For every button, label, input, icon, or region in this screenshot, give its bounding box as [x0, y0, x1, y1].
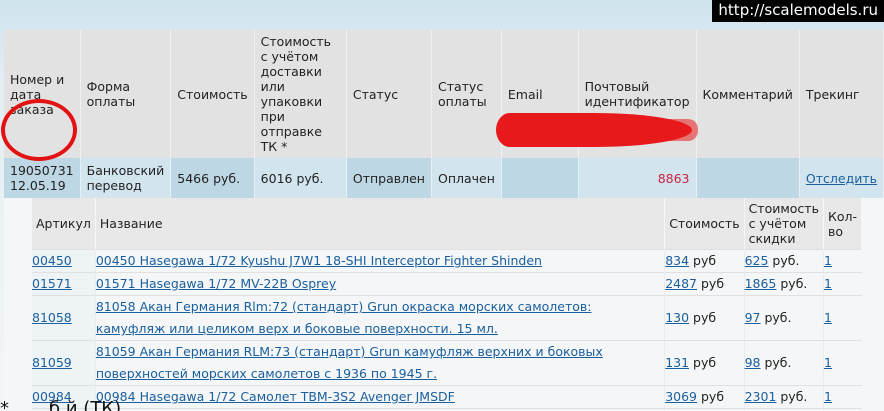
item-discount-currency: руб.: [772, 253, 800, 268]
item-cost-cell: 2487 руб: [664, 272, 745, 296]
order-number: 19050731: [10, 163, 74, 178]
item-discount-currency: руб.: [764, 355, 792, 370]
item-cost-cell: 131 руб: [664, 340, 745, 386]
item-name-link[interactable]: 81059 Акан Германия RLM:73 (стандарт) Gr…: [96, 344, 603, 381]
item-article-link[interactable]: 81058: [32, 310, 72, 325]
order-email: [501, 158, 579, 198]
col-cost-with-delivery: Стоимость с учётом доставки или упаковки…: [254, 30, 347, 158]
item-discount-currency: руб.: [764, 310, 792, 325]
col-tracking: Трекинг: [799, 30, 884, 158]
order-items-row: Артикул Название Стоимость Стоимость с у…: [4, 198, 884, 411]
item-row: 81058 81058 Акан Германия Rlm:72 (стандар…: [32, 295, 862, 341]
order-payment-status: Оплачен: [431, 158, 502, 198]
order-row: 19050731 12.05.19 Банковский перевод 546…: [4, 158, 884, 198]
item-discount-cost-cell: 1865 руб.: [744, 272, 824, 296]
orders-header-row: Номер и дата заказа Форма оплаты Стоимос…: [4, 30, 884, 158]
orders-table: Номер и дата заказа Форма оплаты Стоимос…: [4, 30, 884, 411]
item-qty-link[interactable]: 1: [824, 310, 832, 325]
footnote-text: * . . . б й (ТК): [0, 398, 122, 411]
col-comment: Комментарий: [696, 30, 800, 158]
item-article-cell: 81059: [32, 340, 96, 386]
item-discount-cost-cell: 625 руб.: [744, 249, 824, 273]
item-discount-cost-cell: 97 руб.: [744, 295, 824, 341]
order-postal-id: 8863: [578, 158, 697, 198]
item-article-cell: 81058: [32, 295, 96, 341]
item-qty-cell: 1: [823, 272, 862, 296]
item-name-link[interactable]: 81058 Акан Германия Rlm:72 (стандарт) Gr…: [96, 299, 592, 336]
item-discount-cost-link[interactable]: 625: [745, 253, 769, 268]
item-qty-link[interactable]: 1: [824, 253, 832, 268]
order-date: 12.05.19: [10, 178, 66, 193]
col-payment-form: Форма оплаты: [80, 30, 172, 158]
item-article-cell: 00450: [32, 249, 96, 273]
item-discount-cost-cell: 98 руб.: [744, 340, 824, 386]
highlight-circle: [1, 99, 77, 161]
item-cost-cell: 130 руб: [664, 295, 745, 341]
col-name: Название: [95, 198, 666, 250]
item-cost-link[interactable]: 130: [665, 310, 689, 325]
col-item-cost: Стоимость: [664, 198, 745, 250]
redaction-mark: [496, 113, 692, 147]
order-cost-with-delivery: 6016 руб.: [254, 158, 347, 198]
item-cost-currency: руб: [700, 276, 725, 291]
order-items-cell: Артикул Название Стоимость Стоимость с у…: [4, 198, 884, 411]
item-name-link[interactable]: 00450 Hasegawa 1/72 Kyushu J7W1 18-SHI I…: [96, 253, 542, 268]
item-cost-link[interactable]: 834: [665, 253, 689, 268]
order-status: Отправлен: [346, 158, 432, 198]
item-cost-currency: руб: [693, 310, 717, 325]
order-comment: [696, 158, 800, 198]
col-status: Статус: [346, 30, 432, 158]
item-qty-cell: 1: [823, 340, 862, 386]
order-number-date: 19050731 12.05.19: [4, 158, 81, 198]
item-qty-cell: 1: [823, 249, 862, 273]
col-payment-status: Статус оплаты: [431, 30, 502, 158]
order-payment-form: Банковский перевод: [80, 158, 172, 198]
item-discount-cost-link[interactable]: 1865: [745, 276, 777, 291]
item-name-cell: 00450 Hasegawa 1/72 Kyushu J7W1 18-SHI I…: [95, 249, 666, 273]
item-qty-cell: 1: [823, 295, 862, 341]
item-discount-cost-link[interactable]: 97: [745, 310, 761, 325]
item-article-link[interactable]: 01571: [32, 276, 72, 291]
item-row: 01571 01571 Hasegawa 1/72 MV-22B Osprey 24…: [32, 272, 862, 296]
item-qty-link[interactable]: 1: [824, 355, 832, 370]
site-watermark: http://scalemodels.ru: [712, 0, 884, 22]
order-cost: 5466 руб.: [170, 158, 255, 198]
item-discount-currency: руб.: [780, 276, 808, 291]
item-qty-link[interactable]: 1: [824, 276, 832, 291]
item-cost-currency: руб: [693, 253, 717, 268]
item-cost-cell: 834 руб: [664, 249, 745, 273]
item-cost-link[interactable]: 131: [665, 355, 689, 370]
col-article: Артикул: [32, 198, 96, 250]
items-body: 00450 00450 Hasegawa 1/72 Kyushu J7W1 18-…: [32, 249, 862, 411]
col-qty: Кол-во: [823, 198, 863, 250]
item-article-link[interactable]: 00450: [32, 253, 72, 268]
item-cost-link[interactable]: 2487: [665, 276, 697, 291]
item-row: 81059 81059 Акан Германия RLM:73 (стандар…: [32, 340, 862, 386]
items-header-row: Артикул Название Стоимость Стоимость с у…: [32, 198, 863, 250]
track-link[interactable]: Отследить: [806, 171, 877, 186]
item-name-link[interactable]: 01571 Hasegawa 1/72 MV-22B Osprey: [96, 276, 336, 291]
items-table: Артикул Название Стоимость Стоимость с у…: [32, 198, 863, 411]
order-tracking: Отследить: [799, 158, 884, 198]
item-discount-cost-link[interactable]: 98: [745, 355, 761, 370]
item-name-cell: 01571 Hasegawa 1/72 MV-22B Osprey: [95, 272, 666, 296]
item-article-link[interactable]: 81059: [32, 355, 72, 370]
item-name-cell: 81058 Акан Германия Rlm:72 (стандарт) Gr…: [95, 295, 666, 341]
col-cost: Стоимость: [170, 30, 255, 158]
col-discount-cost: Стоимость с учётом скидки: [744, 198, 824, 250]
item-cost-currency: руб: [693, 355, 717, 370]
item-row: 00450 00450 Hasegawa 1/72 Kyushu J7W1 18-…: [32, 249, 862, 273]
item-article-cell: 01571: [32, 272, 96, 296]
item-name-cell: 81059 Акан Германия RLM:73 (стандарт) Gr…: [95, 340, 666, 386]
